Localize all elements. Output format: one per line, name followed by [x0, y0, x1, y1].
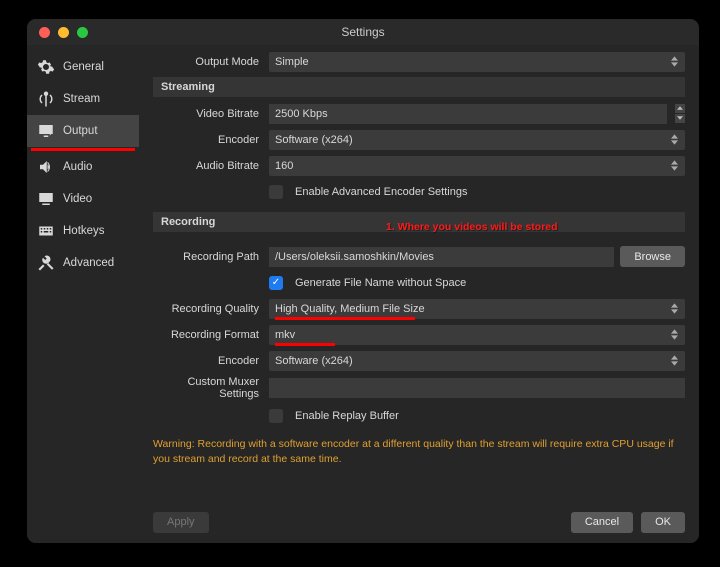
output-mode-select[interactable]: Simple — [269, 52, 685, 72]
apply-button[interactable]: Apply — [153, 512, 209, 533]
stepper-down-icon[interactable] — [675, 114, 685, 123]
antenna-icon — [37, 90, 55, 108]
replay-buffer-checkbox[interactable] — [269, 409, 283, 423]
monitor-icon — [37, 190, 55, 208]
gear-icon — [37, 58, 55, 76]
sidebar-item-label: General — [63, 61, 104, 73]
video-bitrate-stepper[interactable] — [675, 104, 685, 124]
recording-encoder-label: Encoder — [153, 355, 269, 367]
recording-quality-select[interactable]: High Quality, Medium File Size — [269, 299, 685, 319]
stepper-up-icon[interactable] — [675, 104, 685, 113]
sidebar-item-label: Video — [63, 193, 92, 205]
chevron-updown-icon — [671, 52, 681, 72]
sidebar-item-label: Advanced — [63, 257, 114, 269]
recording-path-input[interactable]: /Users/oleksii.samoshkin/Movies — [269, 247, 614, 267]
recording-format-select[interactable]: mkv — [269, 325, 685, 345]
monitor-out-icon — [37, 122, 55, 140]
audio-bitrate-select[interactable]: 160 — [269, 156, 685, 176]
chevron-updown-icon — [671, 299, 681, 319]
sidebar-item-label: Hotkeys — [63, 225, 105, 237]
audio-bitrate-label: Audio Bitrate — [153, 160, 269, 172]
sidebar-item-hotkeys[interactable]: Hotkeys — [27, 215, 139, 247]
muxer-label: Custom Muxer Settings — [153, 376, 269, 400]
output-mode-label: Output Mode — [153, 56, 269, 68]
chevron-updown-icon — [671, 351, 681, 371]
recording-format-label: Recording Format — [153, 329, 269, 341]
streaming-encoder-label: Encoder — [153, 134, 269, 146]
replay-buffer-label: Enable Replay Buffer — [295, 410, 399, 422]
tools-icon — [37, 254, 55, 272]
recording-path-label: Recording Path — [153, 251, 269, 263]
streaming-encoder-select[interactable]: Software (x264) — [269, 130, 685, 150]
gen-no-space-checkbox[interactable] — [269, 276, 283, 290]
warning-text: Warning: Recording with a software encod… — [153, 431, 685, 466]
speaker-icon — [37, 158, 55, 176]
chevron-updown-icon — [671, 130, 681, 150]
settings-window: Settings General Stream Output Audio — [27, 19, 699, 543]
sidebar-item-label: Output — [63, 125, 98, 137]
sidebar-item-label: Audio — [63, 161, 92, 173]
window-title: Settings — [27, 25, 699, 39]
annotation-1: 1. Where you videos will be stored — [386, 221, 558, 233]
browse-button[interactable]: Browse — [620, 246, 685, 267]
sidebar-item-stream[interactable]: Stream — [27, 83, 139, 115]
red-underline — [275, 317, 415, 320]
footer: Apply Cancel OK — [139, 501, 699, 543]
sidebar: General Stream Output Audio Video Hotk — [27, 45, 139, 543]
titlebar: Settings — [27, 19, 699, 45]
chevron-updown-icon — [671, 156, 681, 176]
streaming-header: Streaming — [153, 77, 685, 97]
video-bitrate-label: Video Bitrate — [153, 108, 269, 120]
recording-encoder-select[interactable]: Software (x264) — [269, 351, 685, 371]
gen-no-space-label: Generate File Name without Space — [295, 277, 466, 289]
chevron-updown-icon — [671, 325, 681, 345]
video-bitrate-input[interactable]: 2500 Kbps — [269, 104, 667, 124]
sidebar-item-video[interactable]: Video — [27, 183, 139, 215]
sidebar-item-audio[interactable]: Audio — [27, 151, 139, 183]
sidebar-item-general[interactable]: General — [27, 51, 139, 83]
cancel-button[interactable]: Cancel — [571, 512, 633, 533]
recording-quality-label: Recording Quality — [153, 303, 269, 315]
keyboard-icon — [37, 222, 55, 240]
muxer-input[interactable] — [269, 378, 685, 398]
enable-advanced-checkbox[interactable] — [269, 185, 283, 199]
sidebar-item-advanced[interactable]: Advanced — [27, 247, 139, 279]
sidebar-item-output[interactable]: Output — [27, 115, 139, 147]
ok-button[interactable]: OK — [641, 512, 685, 533]
enable-advanced-label: Enable Advanced Encoder Settings — [295, 186, 467, 198]
sidebar-item-label: Stream — [63, 93, 100, 105]
red-underline — [275, 343, 335, 346]
